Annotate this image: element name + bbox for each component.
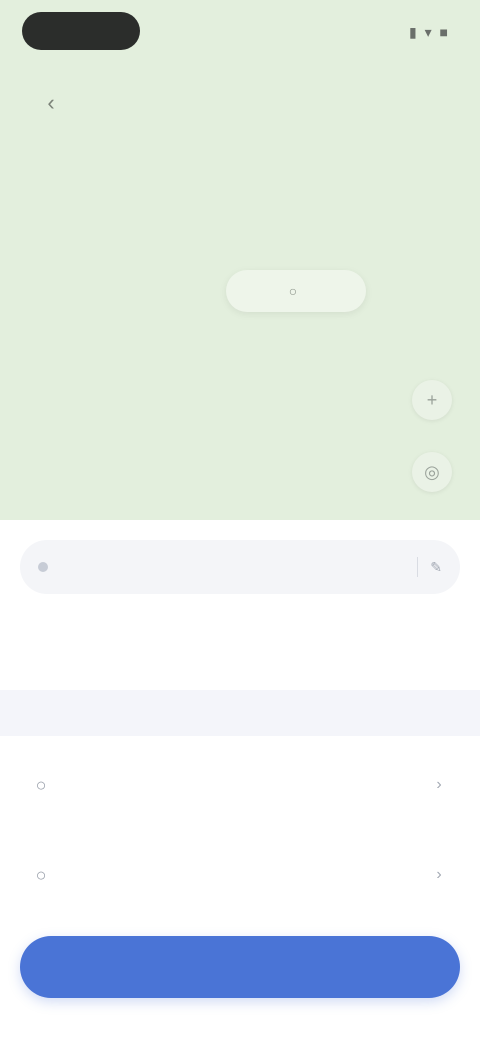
map-chip[interactable]: ○ (226, 270, 366, 312)
locate-button[interactable]: ◎ (412, 452, 452, 492)
zoom-button[interactable]: + (412, 380, 452, 420)
back-icon: ‹ (47, 90, 55, 115)
route-dot-icon (38, 562, 48, 572)
list-item[interactable]: ○ › (0, 752, 480, 822)
item-icon: ○ (35, 864, 47, 885)
item-icon: ○ (35, 774, 47, 795)
divider (417, 557, 419, 577)
plus-icon: + (426, 389, 438, 410)
section-header (0, 690, 480, 736)
target-icon: ◎ (424, 461, 440, 482)
bottom-sheet: ✎ ○ › ○ › (0, 520, 480, 1040)
map-view[interactable]: ▮ ▾ ■ ‹ ○ + ◎ (0, 0, 480, 520)
list-item[interactable]: ○ › (0, 842, 480, 912)
back-button[interactable]: ‹ (34, 86, 68, 120)
location-icon: ○ (288, 283, 298, 299)
primary-action-button[interactable] (20, 936, 460, 998)
status-pill (22, 12, 140, 50)
route-summary[interactable]: ✎ (20, 540, 460, 594)
status-icons: ▮ ▾ ■ (409, 24, 450, 40)
chevron-right-icon[interactable]: › (424, 770, 454, 800)
chevron-right-icon[interactable]: › (424, 860, 454, 890)
edit-icon[interactable]: ✎ (430, 559, 442, 576)
